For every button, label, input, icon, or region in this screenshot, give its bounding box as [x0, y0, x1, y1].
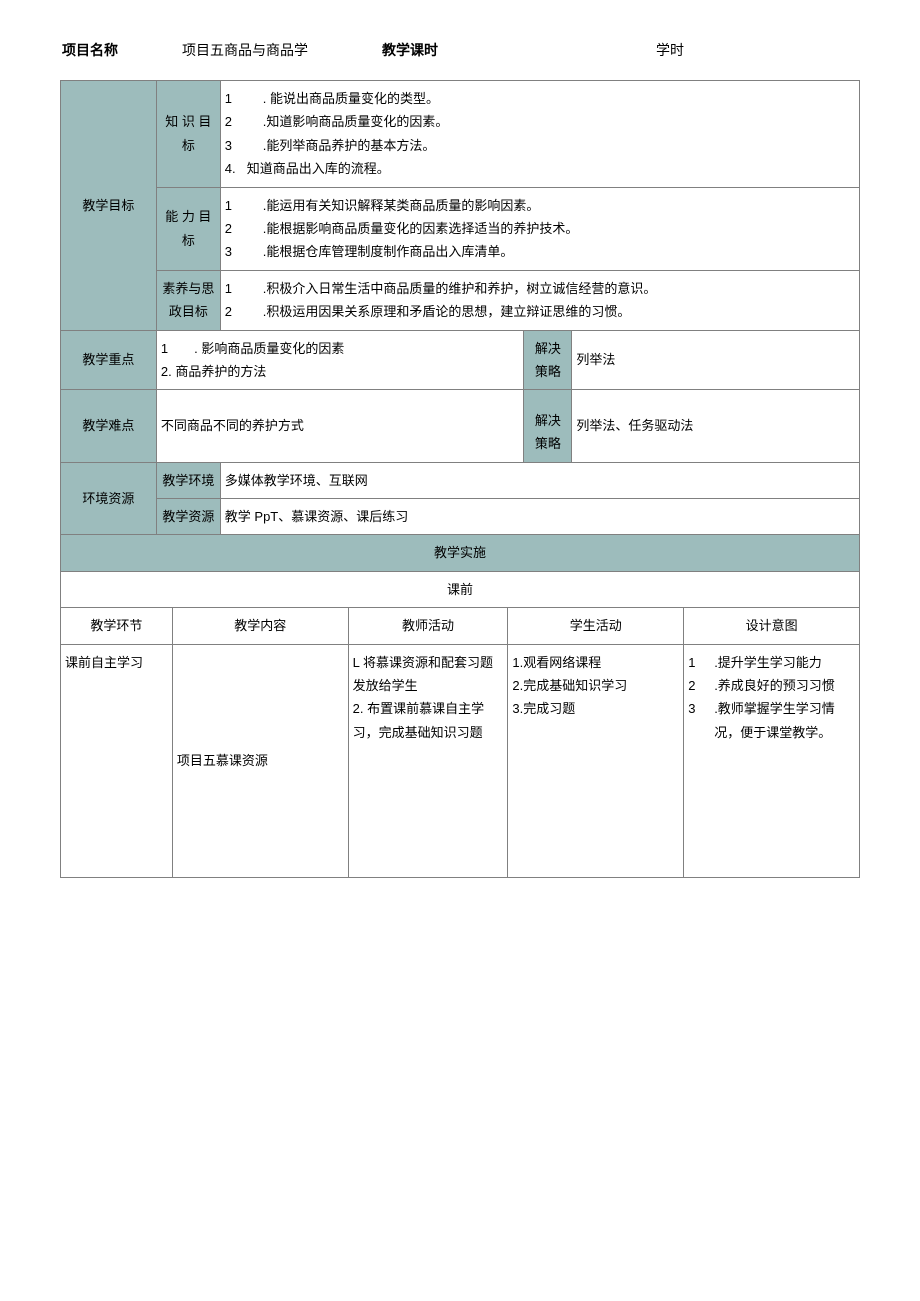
list-num: 2 — [225, 300, 263, 323]
label-teaching-env: 教学环境 — [156, 462, 220, 498]
label-solve-strategy-2: 解决策略 — [524, 390, 572, 462]
list-text: .能运用有关知识解释某类商品质量的影响因素。 — [263, 194, 855, 217]
col-header-intent: 设计意图 — [684, 608, 860, 644]
list-num: 1 — [225, 194, 263, 217]
list-text: .能列举商品养护的基本方法。 — [263, 134, 855, 157]
list-text: .能根据影响商品质量变化的因素选择适当的养护技术。 — [263, 217, 855, 240]
content-key-point: 1 . 影响商品质量变化的因素 2. 商品养护的方法 — [156, 330, 524, 390]
label-env-resources: 环境资源 — [61, 462, 157, 535]
list-text: .提升学生学习能力 — [714, 651, 855, 674]
student-line: 3.完成习题 — [512, 697, 679, 720]
cell-student: 1.观看网络课程 2.完成基础知识学习 3.完成习题 — [508, 644, 684, 877]
doc-header: 项目名称 项目五商品与商品学 教学课时 学时 — [60, 40, 860, 60]
list-num: 2 — [225, 217, 263, 240]
label-hours: 教学课时 — [382, 40, 482, 60]
label-teaching-res: 教学资源 — [156, 499, 220, 535]
lesson-plan-table: 教学目标 知 识 目标 1. 能说出商品质量变化的类型。 2.知道影响商品质量变… — [60, 80, 860, 608]
section-title-implementation: 教学实施 — [61, 535, 860, 571]
implementation-table: 教学环节 教学内容 教师活动 学生活动 设计意图 课前自主学习 项目五慕课资源 … — [60, 608, 860, 877]
list-text: 知道商品出入库的流程。 — [247, 157, 855, 180]
list-text: .知道影响商品质量变化的因素。 — [263, 110, 855, 133]
list-text: . 能说出商品质量变化的类型。 — [263, 87, 855, 110]
key-point-line: 2. 商品养护的方法 — [161, 360, 520, 383]
list-num: 1 — [225, 277, 263, 300]
list-num: 3 — [688, 697, 714, 744]
label-knowledge-goals: 知 识 目标 — [156, 81, 220, 188]
list-num: 3 — [225, 240, 263, 263]
list-text: .教师掌握学生学习情况，便于课堂教学。 — [714, 697, 855, 744]
list-num: 4. — [225, 157, 247, 180]
content-difficulty: 不同商品不同的养护方式 — [156, 390, 524, 462]
student-line: 1.观看网络课程 — [512, 651, 679, 674]
list-text: .积极介入日常生活中商品质量的维护和养护，树立诚信经营的意识。 — [263, 277, 855, 300]
list-text: .能根据仓库管理制度制作商品出入库清单。 — [263, 240, 855, 263]
col-header-teacher: 教师活动 — [348, 608, 508, 644]
label-quality-goals: 素养与思政目标 — [156, 270, 220, 330]
label-difficulty: 教学难点 — [61, 390, 157, 462]
section-title-preclass: 课前 — [61, 571, 860, 607]
col-header-phase: 教学环节 — [61, 608, 173, 644]
label-solve-strategy: 解决策略 — [524, 330, 572, 390]
content-ability-goals: 1.能运用有关知识解释某类商品质量的影响因素。 2.能根据影响商品质量变化的因素… — [220, 187, 859, 270]
content-knowledge-goals: 1. 能说出商品质量变化的类型。 2.知道影响商品质量变化的因素。 3.能列举商… — [220, 81, 859, 188]
value-project-name: 项目五商品与商品学 — [182, 40, 382, 60]
list-text: .积极运用因果关系原理和矛盾论的思想，建立辩证思维的习惯。 — [263, 300, 855, 323]
label-teaching-goals: 教学目标 — [61, 81, 157, 331]
teacher-line: L 将慕课资源和配套习题发放给学生 — [353, 651, 504, 698]
label-project-name: 项目名称 — [62, 40, 182, 60]
value-hours: 学时 — [482, 40, 858, 60]
value-teaching-res: 教学 PpT、慕课资源、课后练习 — [220, 499, 859, 535]
value-solve-strategy: 列举法 — [572, 330, 860, 390]
value-teaching-env: 多媒体教学环境、互联网 — [220, 462, 859, 498]
teacher-line: 2. 布置课前慕课自主学习，完成基础知识习题 — [353, 697, 504, 744]
cell-intent: 1.提升学生学习能力 2.养成良好的预习习惯 3.教师掌握学生学习情况，便于课堂… — [684, 644, 860, 877]
col-header-content: 教学内容 — [172, 608, 348, 644]
cell-teacher: L 将慕课资源和配套习题发放给学生 2. 布置课前慕课自主学习，完成基础知识习题 — [348, 644, 508, 877]
col-header-student: 学生活动 — [508, 608, 684, 644]
label-key-point: 教学重点 — [61, 330, 157, 390]
list-num: 2 — [688, 674, 714, 697]
cell-phase: 课前自主学习 — [61, 644, 173, 877]
student-line: 2.完成基础知识学习 — [512, 674, 679, 697]
list-text: .养成良好的预习习惯 — [714, 674, 855, 697]
key-point-line: 1 . 影响商品质量变化的因素 — [161, 337, 520, 360]
label-ability-goals: 能 力 目标 — [156, 187, 220, 270]
list-num: 1 — [688, 651, 714, 674]
content-quality-goals: 1.积极介入日常生活中商品质量的维护和养护，树立诚信经营的意识。 2.积极运用因… — [220, 270, 859, 330]
list-num: 3 — [225, 134, 263, 157]
list-num: 1 — [225, 87, 263, 110]
list-num: 2 — [225, 110, 263, 133]
cell-content: 项目五慕课资源 — [172, 644, 348, 877]
value-solve-strategy-2: 列举法、任务驱动法 — [572, 390, 860, 462]
